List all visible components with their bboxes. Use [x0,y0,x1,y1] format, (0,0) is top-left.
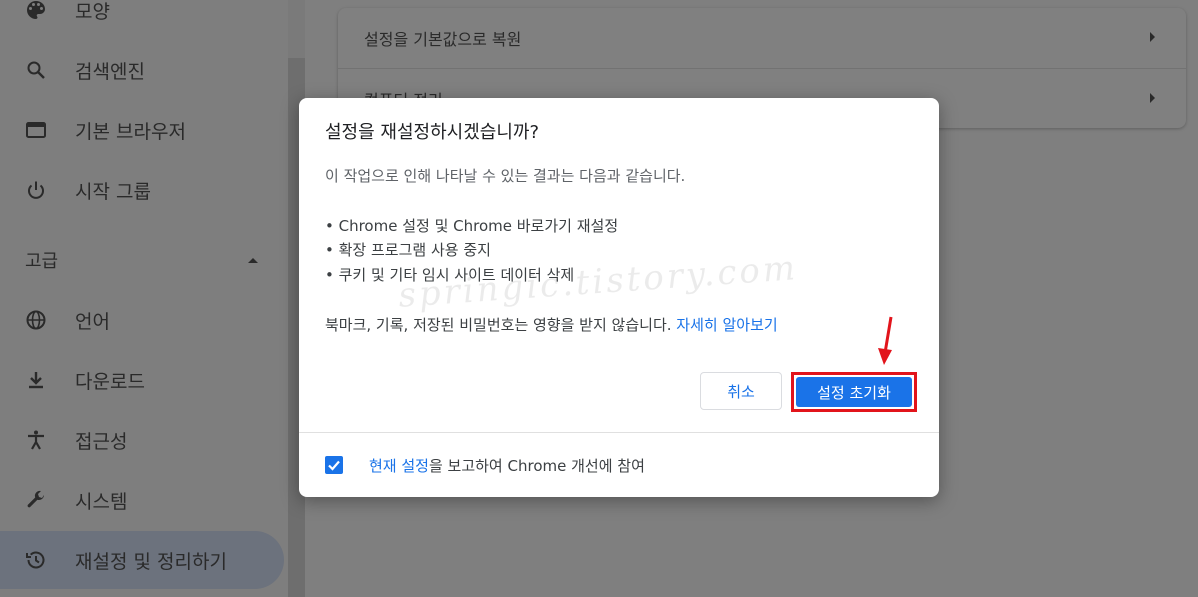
search-icon [24,58,48,82]
sidebar-item-label: 언어 [75,310,110,333]
learn-more-link[interactable]: 자세히 알아보기 [676,316,777,334]
sidebar-item-reset-and-clean-up[interactable]: 재설정 및 정리하기 [0,531,284,589]
sidebar: 모양 검색엔진 기본 브라우저 시작 그룹 고급 언어 다운로드 접근성 시스템… [0,0,288,597]
chevron-right-icon [1148,31,1156,46]
globe-icon [24,308,48,332]
reset-settings-button[interactable]: 설정 초기화 [796,377,912,407]
sidebar-item-label: 접근성 [75,430,128,453]
sidebar-item-label: 시작 그룹 [75,180,151,203]
sidebar-item-label: 다운로드 [75,370,145,393]
restore-defaults-row[interactable]: 설정을 기본값으로 복원 [338,8,1186,68]
report-text: 을 보고하여 Chrome 개선에 참여 [428,457,645,475]
advanced-label: 고급 [25,251,59,272]
palette-icon [24,0,48,22]
sidebar-item-on-startup[interactable]: 시작 그룹 [0,161,284,219]
bullet-item: • 확장 프로그램 사용 중지 [325,241,491,259]
cancel-button[interactable]: 취소 [700,372,782,410]
sidebar-item-appearance[interactable]: 모양 [0,0,284,39]
sidebar-item-label: 기본 브라우저 [75,120,186,143]
history-icon [24,548,48,572]
sidebar-item-label: 검색엔진 [75,60,145,83]
sidebar-item-languages[interactable]: 언어 [0,291,284,349]
dialog-title: 설정을 재설정하시겠습니까? [325,122,539,143]
advanced-section-toggle[interactable]: 고급 [0,240,284,280]
row-label: 설정을 기본값으로 복원 [364,30,522,49]
sidebar-item-default-browser[interactable]: 기본 브라우저 [0,101,284,159]
power-icon [24,178,48,202]
accessibility-icon [24,428,48,452]
sidebar-item-system[interactable]: 시스템 [0,471,284,529]
sidebar-item-label: 재설정 및 정리하기 [75,550,227,573]
sidebar-item-label: 시스템 [75,490,128,513]
sidebar-item-label: 모양 [75,0,110,23]
sidebar-item-accessibility[interactable]: 접근성 [0,411,284,469]
checkmark-icon [328,460,340,471]
dialog-note: 북마크, 기록, 저장된 비밀번호는 영향을 받지 않습니다. 자세히 알아보기 [325,314,778,335]
report-label: 현재 설정을 보고하여 Chrome 개선에 참여 [369,455,645,476]
chevron-right-icon [1148,92,1156,107]
report-checkbox[interactable] [325,456,343,474]
red-arrow-annotation [878,316,893,365]
caret-up-icon [246,250,260,271]
dialog-intro: 이 작업으로 인해 나타날 수 있는 결과는 다음과 같습니다. [325,167,686,185]
sidebar-item-search-engine[interactable]: 검색엔진 [0,41,284,99]
current-settings-link[interactable]: 현재 설정 [369,457,429,475]
browser-icon [24,118,48,142]
wrench-icon [24,488,48,512]
divider [299,432,939,433]
sidebar-item-downloads[interactable]: 다운로드 [0,351,284,409]
download-icon [24,368,48,392]
bullet-item: • Chrome 설정 및 Chrome 바로가기 재설정 [325,217,619,235]
note-text: 북마크, 기록, 저장된 비밀번호는 영향을 받지 않습니다. [325,316,672,334]
